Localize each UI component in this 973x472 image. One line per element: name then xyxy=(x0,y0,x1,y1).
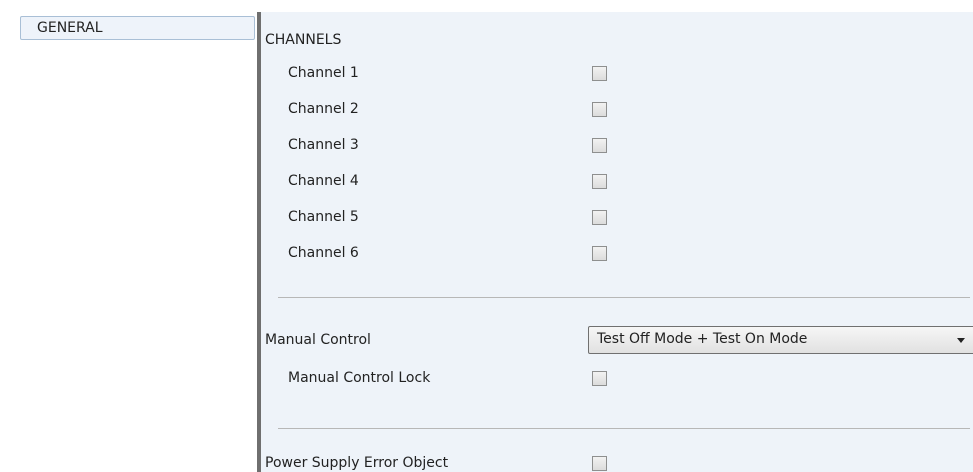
power-supply-row: Power Supply Error Object xyxy=(261,453,973,472)
sidebar-item-general[interactable]: GENERAL xyxy=(20,16,255,40)
power-supply-error-label: Power Supply Error Object xyxy=(265,455,449,471)
channel-5-checkbox[interactable] xyxy=(592,210,607,225)
channel-3-row: Channel 3 xyxy=(261,135,973,159)
channels-heading-row: CHANNELS xyxy=(261,30,973,54)
sidebar: GENERAL xyxy=(0,0,257,472)
power-supply-error-checkbox[interactable] xyxy=(592,456,607,471)
channel-2-row: Channel 2 xyxy=(261,99,973,123)
channel-6-checkbox[interactable] xyxy=(592,246,607,261)
channel-1-label: Channel 1 xyxy=(288,65,359,81)
manual-control-lock-label: Manual Control Lock xyxy=(288,370,431,386)
channel-4-checkbox[interactable] xyxy=(592,174,607,189)
manual-control-dropdown[interactable]: Test Off Mode + Test On Mode xyxy=(588,326,973,354)
section-divider xyxy=(278,428,970,429)
manual-control-label: Manual Control xyxy=(265,332,371,348)
channel-1-checkbox[interactable] xyxy=(592,66,607,81)
manual-control-lock-row: Manual Control Lock xyxy=(261,368,973,392)
sidebar-item-label: GENERAL xyxy=(37,20,103,36)
channels-heading: CHANNELS xyxy=(265,32,342,48)
channel-4-label: Channel 4 xyxy=(288,173,359,189)
manual-control-selected-value: Test Off Mode + Test On Mode xyxy=(597,331,808,347)
channel-1-row: Channel 1 xyxy=(261,63,973,87)
manual-control-lock-checkbox[interactable] xyxy=(592,371,607,386)
channel-6-label: Channel 6 xyxy=(288,245,359,261)
chevron-down-icon xyxy=(957,338,965,343)
channel-5-row: Channel 5 xyxy=(261,207,973,231)
channel-6-row: Channel 6 xyxy=(261,243,973,267)
manual-control-row: Manual Control Test Off Mode + Test On M… xyxy=(261,326,973,354)
channel-2-checkbox[interactable] xyxy=(592,102,607,117)
channel-4-row: Channel 4 xyxy=(261,171,973,195)
section-divider xyxy=(278,297,970,298)
channel-5-label: Channel 5 xyxy=(288,209,359,225)
parameters-panel: CHANNELS Channel 1 Channel 2 Channel 3 C… xyxy=(261,12,973,472)
channel-3-label: Channel 3 xyxy=(288,137,359,153)
channel-3-checkbox[interactable] xyxy=(592,138,607,153)
channel-2-label: Channel 2 xyxy=(288,101,359,117)
